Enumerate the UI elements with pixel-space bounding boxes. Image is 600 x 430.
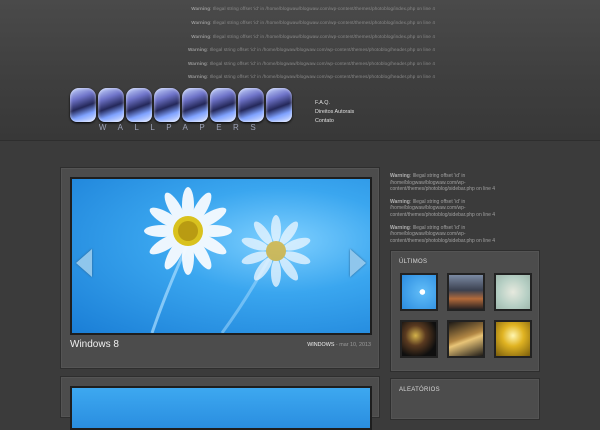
site-header: Warning: Illegal string offset 'id' in /… [0, 0, 600, 141]
post-category-link[interactable]: WINDOWS [307, 342, 334, 348]
logo-letter [70, 88, 96, 122]
php-warning: Warning: Illegal string offset 'id' in /… [390, 224, 496, 244]
post-meta: WINDOWS - mar 10, 2013 [307, 342, 371, 348]
widget-title: ALEATÓRIOS [399, 387, 440, 393]
thumbnail-link[interactable] [494, 320, 532, 358]
next-arrow-icon[interactable] [350, 249, 366, 277]
logo-subtitle: WALLPAPERS [98, 123, 268, 132]
top-nav: F.A.Q. Direitos Autorais Contato [315, 99, 354, 126]
php-warning: Warning: Illegal string offset 'id' in /… [191, 20, 435, 25]
logo-letter [238, 88, 264, 122]
logo-letter [98, 88, 124, 122]
post-image-slider[interactable] [70, 177, 372, 335]
php-warning: Warning: Illegal string offset 'id' in /… [188, 47, 435, 52]
aleatorios-widget: ALEATÓRIOS [390, 378, 540, 420]
nav-link-faq[interactable]: F.A.Q. [315, 99, 354, 108]
nav-link-direitos-autorais[interactable]: Direitos Autorais [315, 108, 354, 117]
thumbnail-link[interactable] [400, 320, 438, 358]
post-card [60, 376, 380, 430]
ultimos-widget: ÚLTIMOS [390, 250, 540, 372]
post-image-slider[interactable] [70, 386, 372, 430]
php-warning: Warning: Illegal string offset 'id' in /… [191, 34, 435, 39]
php-warning: Warning: Illegal string offset 'id' in /… [191, 6, 435, 11]
thumbnail-link[interactable] [494, 273, 532, 311]
php-warning: Warning: Illegal string offset 'id' in /… [390, 173, 496, 193]
post-card: Windows 8 WINDOWS - mar 10, 2013 [60, 167, 380, 369]
site-logo[interactable]: WALLPAPERS [70, 88, 300, 136]
logo-letter [266, 88, 292, 122]
daisy-image [144, 187, 311, 333]
logo-letter [182, 88, 208, 122]
logo-letter [154, 88, 180, 122]
php-warning: Warning: Illegal string offset 'id' in /… [188, 74, 435, 79]
thumbnail-link[interactable] [447, 320, 485, 358]
logo-letter [126, 88, 152, 122]
previous-arrow-icon[interactable] [76, 249, 92, 277]
post-date: mar 10, 2013 [339, 342, 371, 348]
sidebar-php-warnings: Warning: Illegal string offset 'id' in /… [390, 173, 540, 250]
thumbnail-grid [400, 273, 534, 358]
thumbnail-link[interactable] [447, 273, 485, 311]
widget-title: ÚLTIMOS [399, 259, 428, 265]
thumbnail-link[interactable] [400, 273, 438, 311]
php-warning: Warning: Illegal string offset 'id' in /… [390, 198, 496, 218]
php-warning: Warning: Illegal string offset 'id' in /… [188, 61, 435, 66]
nav-link-contato[interactable]: Contato [315, 117, 354, 126]
logo-wordmark [70, 88, 300, 122]
post-title[interactable]: Windows 8 [70, 339, 119, 350]
logo-letter [210, 88, 236, 122]
